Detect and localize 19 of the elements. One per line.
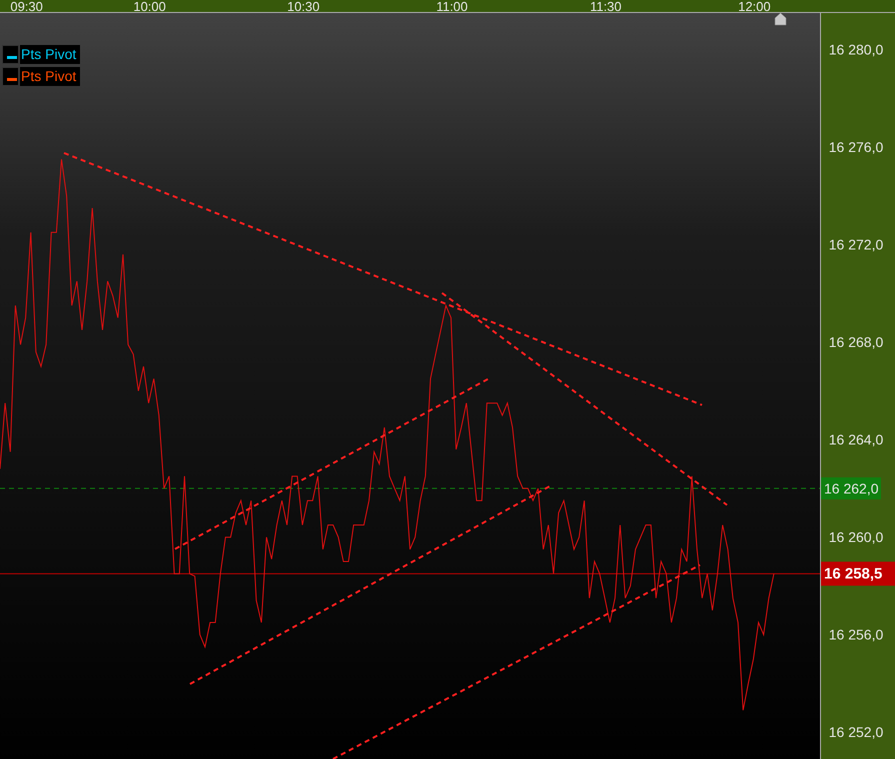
time-axis-label: 10:30: [287, 0, 320, 14]
legend-label: Pts Pivot: [20, 45, 80, 64]
time-axis-label: 09:30: [10, 0, 43, 14]
price-axis-label: 16 272,0: [828, 236, 884, 253]
marker-icon[interactable]: [774, 12, 786, 26]
time-axis-label: 12:00: [738, 0, 771, 14]
price-axis-label: 16 264,0: [828, 432, 884, 448]
legend-label: Pts Pivot: [20, 67, 80, 86]
price-axis-label: 16 276,0: [828, 139, 884, 156]
time-axis-label: 10:00: [133, 0, 166, 14]
time-axis-label: 11:00: [436, 0, 468, 14]
price-axis-label: 16 260,0: [828, 529, 884, 546]
price-axis-label: 16 280,0: [828, 42, 884, 58]
price-level-label: 16 262,0: [824, 480, 878, 496]
price-axis-label: 16 252,0: [828, 724, 884, 740]
time-axis-label: 11:30: [590, 0, 622, 14]
price-axis-label: 16 268,0: [828, 334, 884, 350]
price-level-label: 16 258,5: [824, 566, 882, 583]
price-axis-label: 16 256,0: [828, 626, 884, 643]
